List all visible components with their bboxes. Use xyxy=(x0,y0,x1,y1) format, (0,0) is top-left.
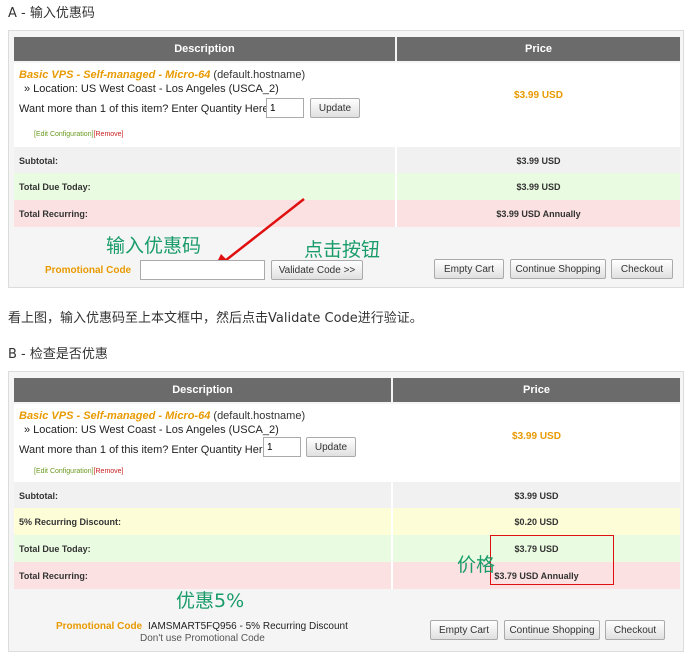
discount-value: $0.20 USD xyxy=(514,517,559,527)
header-description: Description xyxy=(14,37,395,61)
total-due-row: Total Due Today: $3.99 USD xyxy=(14,173,680,200)
total-recurring-row: Total Recurring: $3.99 USD Annually xyxy=(14,200,680,227)
subtotal-row: Subtotal: $3.99 USD xyxy=(14,482,680,508)
subtotal-label: Subtotal: xyxy=(19,491,58,501)
header-price: Price xyxy=(397,37,680,61)
checkout-button[interactable]: Checkout xyxy=(611,259,673,279)
product-name-link[interactable]: Basic VPS - Self-managed - Micro-64 xyxy=(19,69,210,81)
remove-link[interactable]: [Remove] xyxy=(94,131,124,138)
remove-link[interactable]: [Remove] xyxy=(94,468,124,475)
config-row: [Edit Configuration][Remove] xyxy=(14,462,680,482)
product-name-link[interactable]: Basic VPS - Self-managed - Micro-64 xyxy=(19,410,210,422)
config-links: [Edit Configuration][Remove] xyxy=(34,468,124,475)
header-description: Description xyxy=(14,378,391,402)
subtotal-label: Subtotal: xyxy=(19,156,58,166)
promo-code-input[interactable] xyxy=(140,260,265,280)
subtotal-row: Subtotal: $3.99 USD xyxy=(14,147,680,173)
total-recurring-label: Total Recurring: xyxy=(19,209,88,219)
qty-prompt: Want more than 1 of this item? Enter Qua… xyxy=(19,103,272,115)
discount-label: 5% Recurring Discount: xyxy=(19,517,122,527)
validate-code-button[interactable]: Validate Code >> xyxy=(271,260,363,280)
total-due-label: Total Due Today: xyxy=(19,182,91,192)
header-price: Price xyxy=(393,378,680,402)
continue-shopping-button[interactable]: Continue Shopping xyxy=(504,620,600,640)
qty-prompt: Want more than 1 of this item? Enter Qua… xyxy=(19,444,272,456)
promo-code-label: Promotional Code xyxy=(45,265,132,276)
discount-row: 5% Recurring Discount: $0.20 USD xyxy=(14,508,680,535)
product-row: Basic VPS - Self-managed - Micro-64 (def… xyxy=(14,404,680,462)
subtotal-value: $3.99 USD xyxy=(516,156,561,166)
product-location: » Location: US West Coast - Los Angeles … xyxy=(24,424,279,436)
product-hostname: (default.hostname) xyxy=(213,69,306,81)
update-button[interactable]: Update xyxy=(310,98,360,118)
applied-promo-code: IAMSMART5FQ956 - 5% Recurring Discount xyxy=(148,621,348,632)
annotation-click-button: 点击按钮 xyxy=(304,239,381,261)
promo-code-label: Promotional Code xyxy=(56,621,143,632)
step-a-heading: A - 输入优惠码 xyxy=(8,6,95,21)
total-recurring-label: Total Recurring: xyxy=(19,571,88,581)
continue-shopping-button[interactable]: Continue Shopping xyxy=(510,259,606,279)
annotation-enter-code: 输入优惠码 xyxy=(106,235,202,257)
product-price: $3.99 USD xyxy=(514,90,563,101)
empty-cart-button[interactable]: Empty Cart xyxy=(430,620,498,640)
total-recurring-value: $3.99 USD Annually xyxy=(496,209,581,219)
config-links: [Edit Configuration][Remove] xyxy=(34,131,124,138)
cart-panel-a: Description Price Basic VPS - Self-manag… xyxy=(8,30,684,288)
total-due-label: Total Due Today: xyxy=(19,544,91,554)
product-price: $3.99 USD xyxy=(512,431,561,442)
annotation-discount: 优惠5% xyxy=(176,590,245,612)
total-due-value: $3.99 USD xyxy=(516,182,561,192)
checkout-button[interactable]: Checkout xyxy=(605,620,665,640)
product-title: Basic VPS - Self-managed - Micro-64 (def… xyxy=(19,69,305,81)
price-highlight-box xyxy=(490,535,614,585)
quantity-input[interactable] xyxy=(266,98,304,118)
product-row: Basic VPS - Self-managed - Micro-64 (def… xyxy=(14,63,680,123)
empty-cart-button[interactable]: Empty Cart xyxy=(434,259,504,279)
quantity-input[interactable] xyxy=(263,437,301,457)
update-button[interactable]: Update xyxy=(306,437,356,457)
edit-configuration-link[interactable]: [Edit Configuration] xyxy=(34,131,94,138)
subtotal-value: $3.99 USD xyxy=(514,491,559,501)
instruction-text: 看上图，输入优惠码至上本文框中，然后点击Validate Code进行验证。 xyxy=(8,311,423,326)
dont-use-promo-link[interactable]: Don't use Promotional Code xyxy=(140,633,265,644)
annotation-price: 价格 xyxy=(457,554,496,576)
cart-panel-b: Description Price Basic VPS - Self-manag… xyxy=(8,371,684,652)
edit-configuration-link[interactable]: [Edit Configuration] xyxy=(34,468,94,475)
product-hostname: (default.hostname) xyxy=(213,410,306,422)
config-row: [Edit Configuration][Remove] xyxy=(14,123,680,147)
product-location: » Location: US West Coast - Los Angeles … xyxy=(24,83,279,95)
step-b-heading: B - 检查是否优惠 xyxy=(8,347,108,362)
product-title: Basic VPS - Self-managed - Micro-64 (def… xyxy=(19,410,305,422)
